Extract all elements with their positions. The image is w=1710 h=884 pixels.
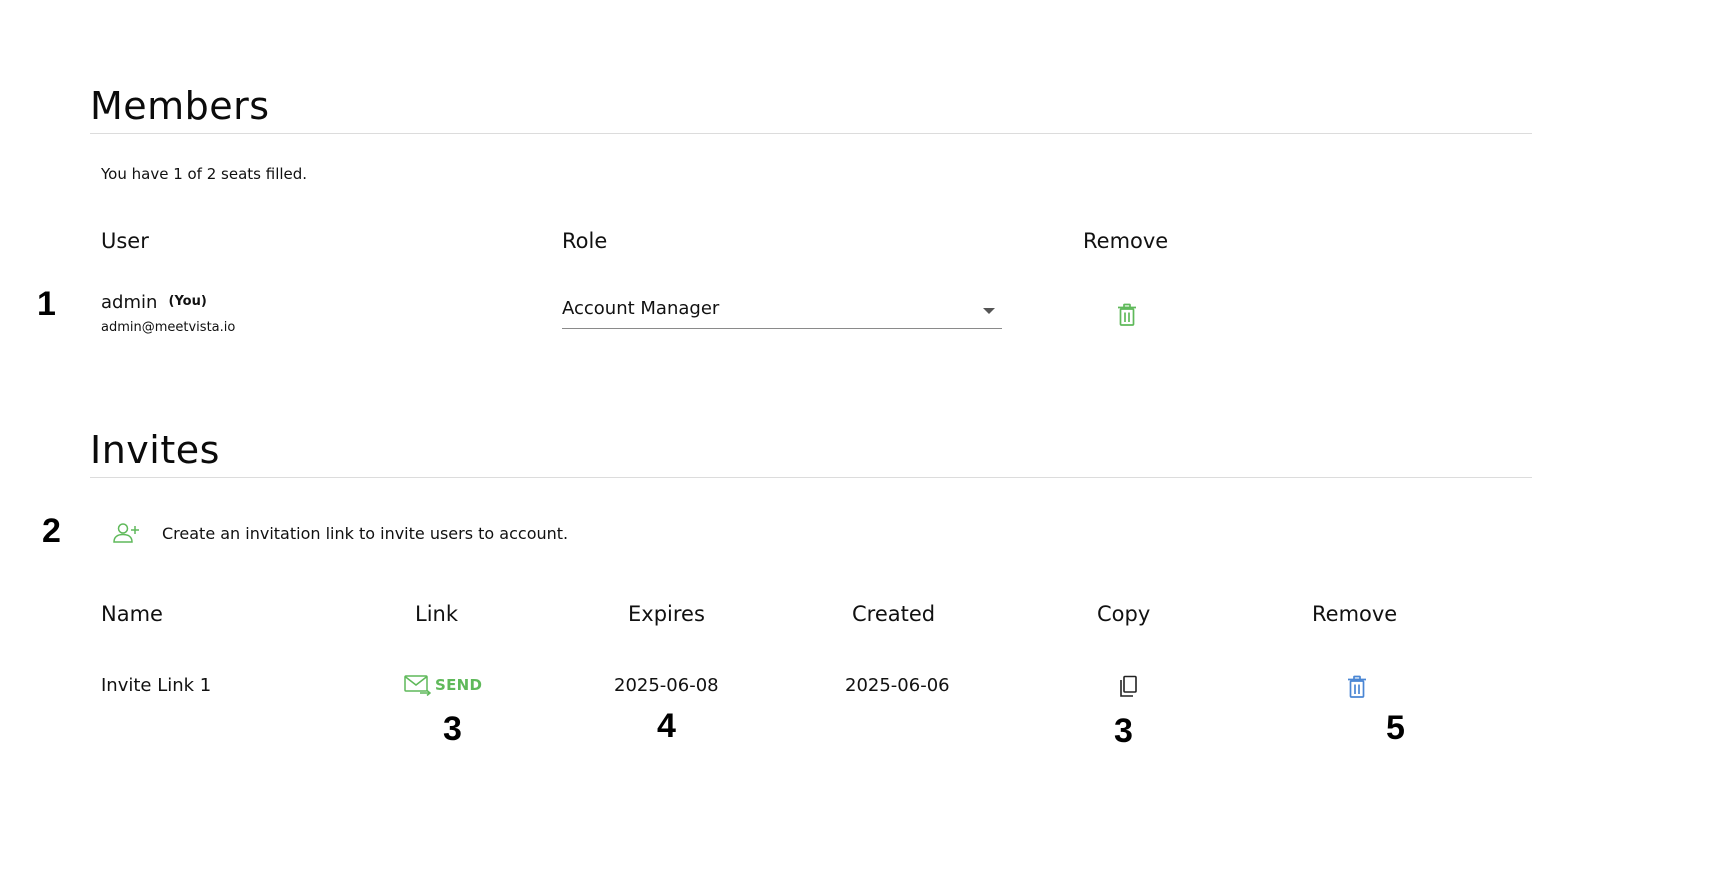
invite-expires: 2025-06-08 <box>614 675 719 696</box>
send-label: SEND <box>435 676 483 694</box>
role-select-value: Account Manager <box>562 298 720 319</box>
invites-header-name: Name <box>101 602 163 626</box>
copy-invite-button[interactable] <box>1114 672 1140 700</box>
you-badge: (You) <box>168 294 207 309</box>
create-invite-label: Create an invitation link to invite user… <box>162 523 569 543</box>
send-invite-button[interactable]: SEND <box>404 674 482 696</box>
invites-header-link: Link <box>415 602 459 626</box>
invites-header-expires: Expires <box>628 602 705 626</box>
members-header-role: Role <box>562 229 608 253</box>
remove-invite-button[interactable] <box>1344 673 1370 701</box>
add-user-icon <box>113 523 139 543</box>
mail-send-icon <box>404 675 431 696</box>
annotation-marker-4: 4 <box>657 707 676 745</box>
members-header-user: User <box>101 229 149 253</box>
remove-member-button[interactable] <box>1114 301 1140 329</box>
seats-filled-text: You have 1 of 2 seats filled. <box>101 165 308 183</box>
members-divider <box>90 133 1532 134</box>
members-header-remove: Remove <box>1083 229 1169 253</box>
annotation-marker-3-link: 3 <box>443 710 462 748</box>
annotation-marker-2: 2 <box>42 512 61 550</box>
invites-divider <box>90 477 1532 478</box>
role-select[interactable]: Account Manager <box>562 296 1002 329</box>
annotation-marker-3-copy: 3 <box>1114 712 1133 750</box>
invites-header-created: Created <box>852 602 936 626</box>
create-invite-button[interactable]: Create an invitation link to invite user… <box>112 520 568 546</box>
chevron-down-icon <box>983 308 995 314</box>
member-email: admin@meetvista.io <box>101 320 236 335</box>
copy-icon <box>1120 675 1137 697</box>
member-user-cell: admin (You) <box>101 292 207 313</box>
members-title: Members <box>90 84 270 128</box>
invite-created: 2025-06-06 <box>845 675 950 696</box>
invite-name: Invite Link 1 <box>101 675 212 696</box>
member-name: admin <box>101 292 158 313</box>
trash-icon <box>1348 675 1366 698</box>
invites-header-remove: Remove <box>1312 602 1398 626</box>
invites-header-copy: Copy <box>1097 602 1151 626</box>
trash-icon <box>1118 303 1136 326</box>
annotation-marker-1: 1 <box>37 285 56 323</box>
annotation-marker-5: 5 <box>1386 709 1405 747</box>
invites-title: Invites <box>90 428 220 472</box>
